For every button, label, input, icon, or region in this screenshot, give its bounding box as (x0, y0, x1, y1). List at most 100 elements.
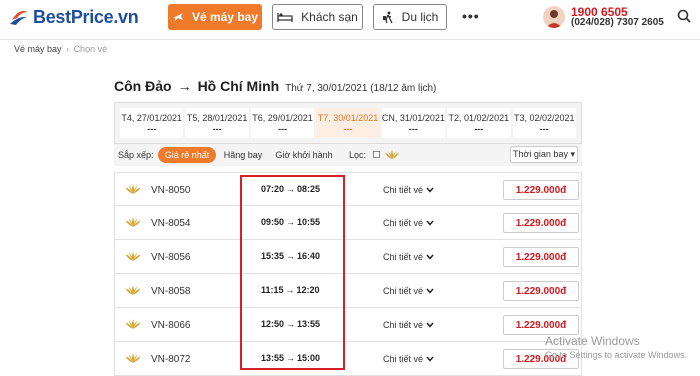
date-option[interactable]: T5, 28/01/2021 --- (185, 108, 249, 138)
chevron-down-icon (426, 253, 434, 262)
price-button[interactable]: 1.229.000đ (503, 180, 579, 200)
chevron-down-icon (426, 186, 434, 195)
nav-travel-label: Du lịch (401, 10, 439, 24)
lotus-icon (124, 183, 142, 201)
logo[interactable]: BestPrice.vn (8, 6, 139, 28)
flight-code: VN-8050 (151, 185, 191, 196)
date-option[interactable]: T6, 29/01/2021 --- (250, 108, 315, 138)
logo-icon (8, 6, 30, 28)
chevron-down-icon (426, 219, 434, 228)
breadcrumb-current: Chọn vé (73, 44, 108, 54)
breadcrumb-separator: › (66, 44, 70, 54)
highlight-box (240, 175, 345, 370)
nav-hotels-label: Khách sạn (301, 10, 358, 24)
chevron-down-icon (426, 321, 434, 330)
ticket-detail-link[interactable]: Chi tiết vé (383, 320, 434, 330)
lotus-icon (124, 352, 142, 370)
date-option[interactable]: T3, 02/02/2021 --- (512, 108, 576, 138)
date-price: --- (212, 124, 222, 134)
watermark-title: Activate Windows (545, 334, 640, 348)
top-header: BestPrice.vn Vé máy bay Khách sạn Du lịc… (0, 0, 700, 40)
date-price: --- (147, 124, 157, 134)
flight-time-select[interactable]: Thời gian bay ▾ (510, 146, 578, 163)
flight-row[interactable]: VN-8054 09:50 → 10:55 Chi tiết vé 1.229.000đ (114, 206, 582, 240)
date-price: --- (343, 124, 353, 134)
date-price: --- (278, 124, 288, 134)
flight-code: VN-8056 (151, 252, 191, 263)
search-icon[interactable] (677, 9, 691, 28)
price-button[interactable]: 1.229.000đ (503, 315, 579, 335)
flight-code: VN-8072 (151, 354, 191, 365)
ticket-detail-link[interactable]: Chi tiết vé (383, 218, 434, 228)
date-label: T2, 01/02/2021 (448, 113, 510, 123)
sort-label: Sắp xếp: (118, 150, 154, 160)
flight-list: VN-8050 07:20 → 08:25 Chi tiết vé 1.229.000đ V… (114, 172, 582, 376)
flight-row[interactable]: VN-8072 13:55 → 15:00 Chi tiết vé 1.229.000đ (114, 342, 582, 376)
sort-cheapest-button[interactable]: Giá rẻ nhất (158, 147, 216, 163)
date-option[interactable]: T2, 01/02/2021 --- (447, 108, 511, 138)
date-price: --- (539, 124, 549, 134)
sort-departure-button[interactable]: Giờ khởi hành (272, 147, 336, 163)
date-option-selected[interactable]: T7, 30/01/2021 --- (316, 108, 380, 138)
lotus-icon (124, 284, 142, 302)
ticket-detail-label: Chi tiết vé (383, 185, 424, 195)
flight-row[interactable]: VN-8056 15:35 → 16:40 Chi tiết vé 1.229.000đ (114, 240, 582, 274)
date-option[interactable]: CN, 31/01/2021 --- (381, 108, 446, 138)
ticket-detail-link[interactable]: Chi tiết vé (383, 252, 434, 262)
lotus-icon (124, 318, 142, 336)
date-selector: T4, 27/01/2021 --- T5, 28/01/2021 --- T6, … (114, 102, 582, 144)
date-label: T5, 28/01/2021 (186, 113, 248, 123)
price-button[interactable]: 1.229.000đ (503, 281, 579, 301)
filter-checkbox[interactable] (373, 151, 380, 158)
date-price: --- (408, 124, 418, 134)
ticket-detail-link[interactable]: Chi tiết vé (383, 286, 434, 296)
date-label: T3, 02/02/2021 (513, 113, 575, 123)
date-label: T7, 30/01/2021 (317, 113, 379, 123)
breadcrumb: Vé máy bay › Chọn vé (14, 44, 107, 54)
plane-icon (172, 11, 184, 23)
flight-row[interactable]: VN-8058 11:15 → 12:20 Chi tiết vé 1.229.000đ (114, 274, 582, 308)
flight-code: VN-8058 (151, 286, 191, 297)
date-label: T4, 27/01/2021 (121, 113, 182, 123)
ticket-detail-label: Chi tiết vé (383, 286, 424, 296)
lotus-icon[interactable] (384, 148, 400, 166)
phone-number[interactable]: (024/028) 7307 2605 (571, 17, 664, 28)
date-price: --- (474, 124, 484, 134)
price-button[interactable]: 1.229.000đ (503, 213, 579, 233)
nav-hotels-button[interactable]: Khách sạn (272, 4, 363, 30)
chevron-down-icon (426, 287, 434, 296)
travel-icon (382, 11, 394, 24)
more-menu-button[interactable]: ••• (462, 8, 480, 24)
flight-row[interactable]: VN-8050 07:20 → 08:25 Chi tiết vé 1.229.000đ (114, 172, 582, 206)
ticket-detail-label: Chi tiết vé (383, 218, 424, 228)
flight-row[interactable]: VN-8066 12:50 → 13:55 Chi tiết vé 1.229.000đ (114, 308, 582, 342)
ticket-detail-link[interactable]: Chi tiết vé (383, 185, 434, 195)
hotel-icon (277, 11, 293, 23)
date-label: CN, 31/01/2021 (381, 113, 445, 123)
ticket-detail-link[interactable]: Chi tiết vé (383, 354, 434, 364)
logo-text: BestPrice.vn (33, 6, 139, 27)
chevron-down-icon (426, 355, 434, 364)
nav-flights-button[interactable]: Vé máy bay (168, 4, 262, 30)
page-title: Côn Đảo → Hồ Chí Minh Thứ 7, 30/01/2021 (1… (114, 78, 436, 94)
filter-label: Lọc: (349, 150, 367, 160)
lotus-icon (124, 216, 142, 234)
ticket-detail-label: Chi tiết vé (383, 354, 424, 364)
date-option[interactable]: T4, 27/01/2021 --- (120, 108, 184, 138)
price-button[interactable]: 1.229.000đ (503, 247, 579, 267)
nav-flights-label: Vé máy bay (191, 10, 259, 24)
route-arrow-icon: → (177, 78, 192, 94)
ticket-detail-label: Chi tiết vé (383, 252, 424, 262)
sort-bar: Sắp xếp: Giá rẻ nhất Hãng bay Giờ khởi h… (114, 144, 582, 166)
ticket-detail-label: Chi tiết vé (383, 320, 424, 330)
breadcrumb-home[interactable]: Vé máy bay (14, 44, 62, 54)
flight-code: VN-8066 (151, 320, 191, 331)
flight-code: VN-8054 (151, 218, 191, 229)
sort-airline-button[interactable]: Hãng bay (218, 147, 268, 163)
avatar (543, 6, 565, 28)
lotus-icon (124, 250, 142, 268)
date-label: T6, 29/01/2021 (252, 113, 313, 123)
watermark-subtitle: Go to Settings to activate Windows. (545, 350, 688, 360)
nav-travel-button[interactable]: Du lịch (373, 4, 447, 30)
route-origin: Côn Đảo (114, 78, 172, 94)
